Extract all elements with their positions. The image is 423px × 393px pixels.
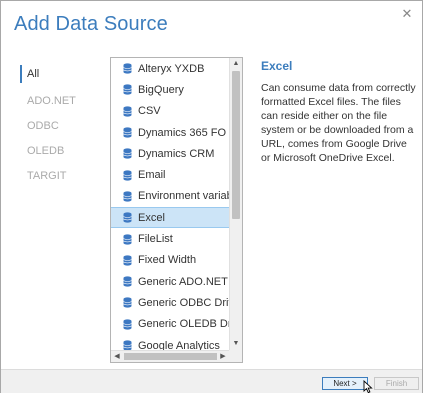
list-item-label: Generic OLEDB Driver bbox=[138, 318, 230, 331]
category-nav: All ADO.NET ODBC OLEDB TARGIT bbox=[20, 63, 100, 190]
list-item[interactable]: CSV bbox=[111, 101, 230, 122]
list-item[interactable]: FileList bbox=[111, 228, 230, 249]
mouse-cursor-icon bbox=[363, 380, 373, 393]
list-item[interactable]: Generic ODBC Driver bbox=[111, 292, 230, 313]
list-item[interactable]: Generic ADO.NET Driver bbox=[111, 271, 230, 292]
list-item-label: Fixed Width bbox=[138, 254, 197, 267]
database-icon bbox=[123, 319, 132, 330]
vertical-scrollbar[interactable]: ▲ ▼ bbox=[229, 58, 242, 350]
nav-item-all[interactable]: All bbox=[20, 63, 100, 91]
database-icon bbox=[123, 297, 132, 309]
dialog-title: Add Data Source bbox=[14, 13, 168, 35]
list-item-label: Dynamics CRM bbox=[138, 147, 215, 160]
list-item-label: Email bbox=[138, 169, 166, 182]
list-item[interactable]: Dynamics 365 FO (AX7) bbox=[111, 122, 230, 143]
list-item-label: Excel bbox=[138, 211, 165, 224]
list-item-label: Generic ODBC Driver bbox=[138, 296, 230, 309]
next-button[interactable]: Next > bbox=[322, 377, 368, 390]
horizontal-scrollbar[interactable]: ◀ ▶ bbox=[111, 350, 242, 362]
database-icon bbox=[123, 212, 132, 223]
scroll-right-icon[interactable]: ▶ bbox=[217, 351, 229, 362]
list-item[interactable]: Alteryx YXDB bbox=[111, 58, 230, 79]
database-icon bbox=[123, 63, 132, 74]
list-item[interactable]: Fixed Width bbox=[111, 250, 230, 271]
list-item-label: FileList bbox=[138, 233, 173, 246]
database-icon bbox=[123, 84, 132, 96]
scrollbar-corner bbox=[229, 350, 242, 362]
database-icon bbox=[123, 148, 132, 159]
database-icon bbox=[123, 255, 132, 266]
list-item[interactable]: Generic OLEDB Driver bbox=[111, 314, 230, 335]
scroll-up-icon[interactable]: ▲ bbox=[230, 58, 242, 70]
scroll-left-icon[interactable]: ◀ bbox=[111, 351, 123, 362]
list-item-label: Alteryx YXDB bbox=[138, 62, 205, 75]
scroll-down-icon[interactable]: ▼ bbox=[230, 338, 242, 350]
database-icon bbox=[123, 233, 132, 245]
data-source-list[interactable]: Alteryx YXDB BigQuery CSV Dynamics 365 FO (… bbox=[110, 57, 243, 363]
description-text: Can consume data from correctly formatte… bbox=[261, 82, 416, 164]
nav-item-ado-net[interactable]: ADO.NET bbox=[20, 90, 100, 116]
finish-button[interactable]: Finish bbox=[374, 377, 419, 390]
horizontal-scroll-thumb[interactable] bbox=[124, 353, 217, 360]
nav-item-oledb[interactable]: OLEDB bbox=[20, 140, 100, 166]
list-item-label: CSV bbox=[138, 105, 161, 118]
nav-item-targit[interactable]: TARGIT bbox=[20, 165, 100, 191]
database-icon bbox=[123, 127, 132, 138]
list-item[interactable]: Excel bbox=[111, 207, 230, 229]
list-item[interactable]: BigQuery bbox=[111, 79, 230, 100]
dialog-footer: Next > Finish bbox=[1, 369, 422, 393]
list-item[interactable]: Dynamics CRM bbox=[111, 143, 230, 164]
vertical-scroll-thumb[interactable] bbox=[232, 71, 240, 219]
add-data-source-dialog: Add Data Source ✕ All ADO.NET ODBC OLEDB TAR… bbox=[0, 0, 423, 393]
list-item-label: Generic ADO.NET Driver bbox=[138, 275, 230, 288]
database-icon bbox=[123, 170, 132, 181]
list-item-label: BigQuery bbox=[138, 83, 184, 96]
list-item[interactable]: Environment variable bbox=[111, 186, 230, 207]
list-item-label: Environment variable bbox=[138, 190, 230, 203]
nav-item-odbc[interactable]: ODBC bbox=[20, 115, 100, 141]
description-panel: Excel Can consume data from correctly fo… bbox=[261, 59, 416, 165]
list-item-label: Dynamics 365 FO (AX7) bbox=[138, 126, 230, 139]
list-item[interactable]: Email bbox=[111, 164, 230, 185]
database-icon bbox=[123, 191, 132, 202]
database-icon bbox=[123, 276, 132, 287]
description-title: Excel bbox=[261, 59, 293, 73]
close-icon[interactable]: ✕ bbox=[400, 7, 414, 21]
database-icon bbox=[123, 106, 132, 117]
data-source-list-items: Alteryx YXDB BigQuery CSV Dynamics 365 FO (… bbox=[111, 58, 230, 356]
